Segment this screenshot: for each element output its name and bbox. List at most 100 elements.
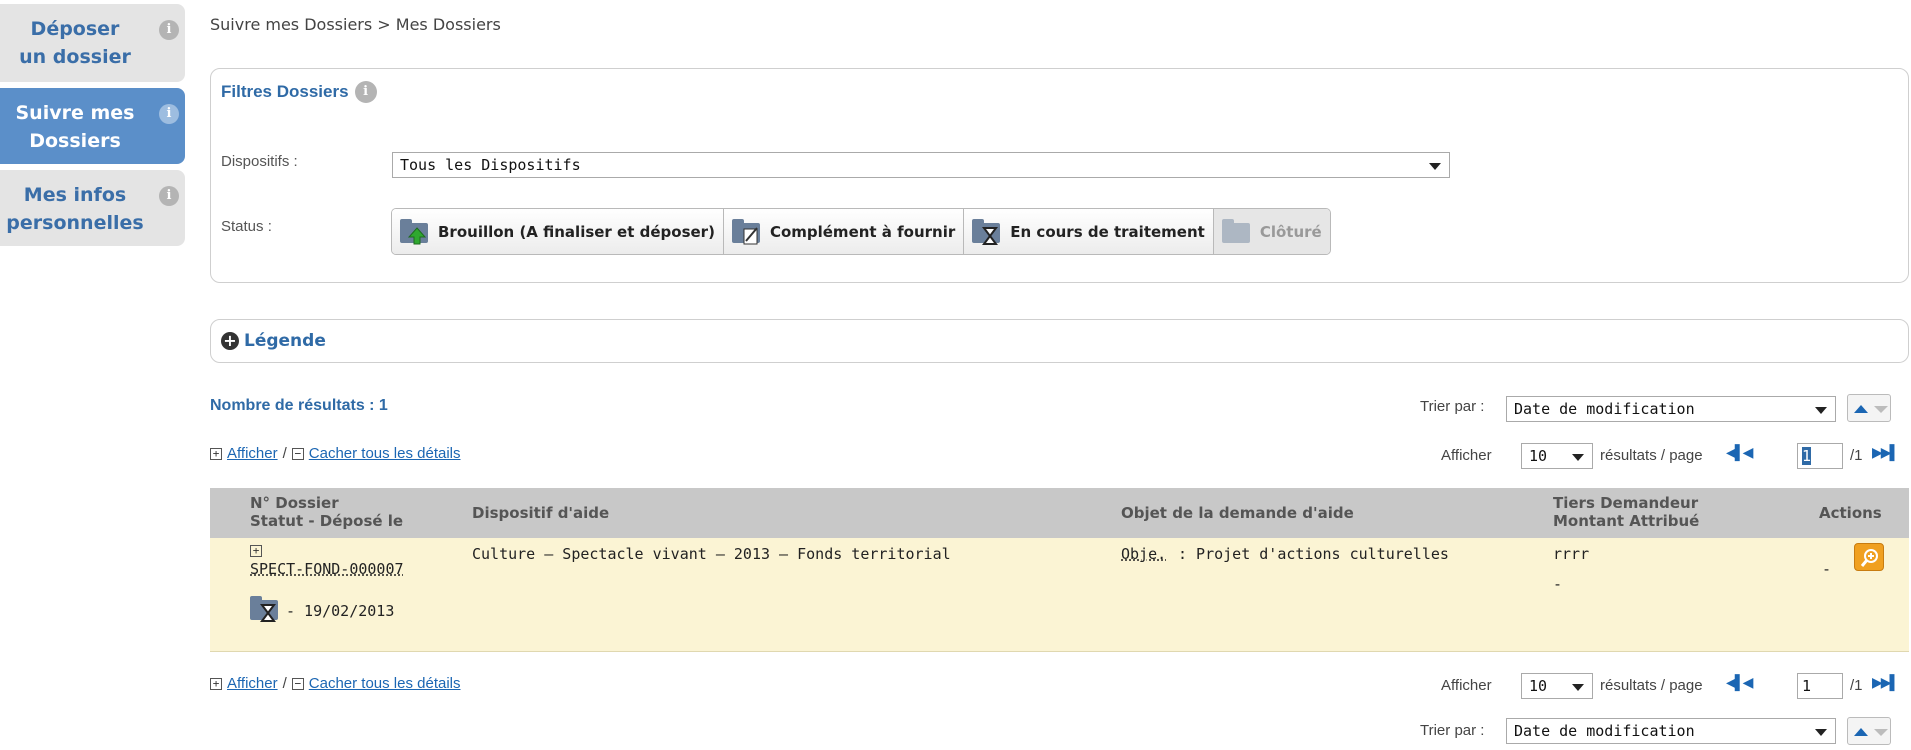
status-encours-button[interactable]: En cours de traitement bbox=[964, 209, 1214, 254]
status-cloture-button[interactable]: Clôturé bbox=[1213, 209, 1330, 254]
chevron-down-icon bbox=[1572, 684, 1584, 691]
sort-label: Trier par : bbox=[1420, 398, 1485, 415]
sort-select-value: Date de modification bbox=[1514, 400, 1695, 418]
dispositif-cell: Culture – Spectacle vivant – 2013 – Fond… bbox=[472, 545, 951, 563]
hide-all-link[interactable]: Cacher tous les détails bbox=[309, 675, 461, 692]
chevron-down-icon bbox=[1815, 729, 1827, 736]
legend-label: Légende bbox=[244, 331, 326, 351]
details-toggle-top: + Afficher / − Cacher tous les détails bbox=[210, 445, 461, 462]
sidebar-item-label: Dossiers bbox=[29, 130, 121, 152]
breadcrumb: Suivre mes Dossiers > Mes Dossiers bbox=[210, 15, 501, 34]
objet-abbr[interactable]: Obje. bbox=[1121, 545, 1166, 563]
per-page-value: 10 bbox=[1529, 447, 1548, 465]
sidebar-item-label: personnelles bbox=[6, 212, 144, 234]
expand-icon: + bbox=[210, 677, 222, 690]
per-page-select[interactable]: 10 bbox=[1521, 673, 1593, 699]
info-icon[interactable]: i bbox=[159, 20, 179, 40]
collapse-icon: − bbox=[291, 447, 304, 460]
legend-panel[interactable]: + Légende bbox=[210, 319, 1909, 363]
page-input[interactable]: 1 bbox=[1797, 443, 1843, 469]
expand-row-icon[interactable]: + bbox=[250, 545, 262, 557]
view-details-button[interactable] bbox=[1854, 543, 1884, 571]
sidebar-item-infos[interactable]: Mes infos personnelles i bbox=[0, 170, 185, 246]
collapse-icon: − bbox=[291, 677, 304, 690]
header-dispositif: Dispositif d'aide bbox=[472, 504, 610, 522]
info-icon[interactable]: i bbox=[354, 81, 377, 103]
status-brouillon-button[interactable]: Brouillon (A finaliser et déposer) bbox=[392, 209, 724, 254]
per-page-value: 10 bbox=[1529, 677, 1548, 695]
status-button-label: Brouillon (A finaliser et déposer) bbox=[438, 222, 715, 241]
dossier-number[interactable]: SPECT-FOND-000007 bbox=[250, 560, 404, 578]
details-toggle-bottom: + Afficher / − Cacher tous les détails bbox=[210, 675, 461, 692]
plus-circle-icon[interactable]: + bbox=[221, 332, 239, 350]
actions-dash: - bbox=[1822, 560, 1832, 578]
header-tiers: Tiers Demandeur bbox=[1553, 494, 1699, 512]
next-last-page-icon[interactable]: ▶▶▌ bbox=[1872, 444, 1899, 461]
sidebar-item-label: Déposer bbox=[30, 18, 120, 40]
filters-title: Filtres Dossiers bbox=[221, 82, 349, 101]
sort-direction-toggle[interactable] bbox=[1847, 394, 1891, 422]
per-page-suffix: résultats / page bbox=[1600, 677, 1703, 694]
status-label: Status : bbox=[221, 218, 272, 235]
separator: / bbox=[282, 445, 287, 462]
per-page-label: Afficher bbox=[1441, 447, 1492, 464]
deposit-date: - 19/02/2013 bbox=[286, 602, 395, 620]
sidebar-item-label: un dossier bbox=[19, 46, 131, 68]
table-row: + SPECT-FOND-000007 - 19/02/2013 Culture… bbox=[210, 538, 1909, 652]
page-input-value: 1 bbox=[1802, 447, 1812, 465]
sort-select[interactable]: Date de modification bbox=[1506, 718, 1836, 744]
results-count: Nombre de résultats : 1 bbox=[210, 397, 388, 414]
folder-closed-icon bbox=[1221, 218, 1252, 245]
header-actions: Actions bbox=[1819, 504, 1882, 522]
sidebar-item-suivre[interactable]: Suivre mes Dossiers i bbox=[0, 88, 185, 164]
header-dossier: N° Dossier bbox=[250, 494, 339, 512]
first-page-icon[interactable]: ◀▌◀ bbox=[1726, 674, 1753, 691]
sort-select-value: Date de modification bbox=[1514, 722, 1695, 740]
per-page-select[interactable]: 10 bbox=[1521, 443, 1593, 469]
dispositifs-select[interactable]: Tous les Dispositifs bbox=[392, 152, 1450, 178]
next-last-page-icon[interactable]: ▶▶▌ bbox=[1872, 674, 1899, 691]
status-filter-group: Brouillon (A finaliser et déposer) Compl… bbox=[391, 208, 1331, 255]
info-icon[interactable]: i bbox=[159, 186, 179, 206]
folder-hourglass-icon bbox=[250, 596, 280, 622]
objet-cell: : Projet d'actions culturelles bbox=[1178, 545, 1449, 563]
sort-arrows-icon bbox=[1854, 405, 1888, 413]
status-button-label: Complément à fournir bbox=[769, 222, 956, 241]
chevron-down-icon bbox=[1429, 163, 1441, 170]
show-all-link[interactable]: Afficher bbox=[227, 445, 278, 462]
hide-all-link[interactable]: Cacher tous les détails bbox=[309, 445, 461, 462]
folder-upload-icon bbox=[400, 218, 430, 245]
montant-cell: - bbox=[1553, 575, 1563, 593]
dispositifs-select-value: Tous les Dispositifs bbox=[400, 156, 581, 174]
status-button-label: Clôturé bbox=[1259, 222, 1322, 241]
folder-hourglass-icon bbox=[972, 218, 1002, 245]
magnify-plus-icon bbox=[1860, 549, 1878, 567]
show-all-link[interactable]: Afficher bbox=[227, 675, 278, 692]
per-page-suffix: résultats / page bbox=[1600, 447, 1703, 464]
separator: / bbox=[282, 675, 287, 692]
status-complement-button[interactable]: Complément à fournir bbox=[723, 209, 965, 254]
info-icon[interactable]: i bbox=[159, 104, 179, 124]
sort-select[interactable]: Date de modification bbox=[1506, 396, 1836, 422]
table-header: N° Dossier Statut - Déposé le Dispositif… bbox=[210, 488, 1909, 538]
results-table: N° Dossier Statut - Déposé le Dispositif… bbox=[210, 488, 1909, 652]
page-input[interactable]: 1 bbox=[1797, 673, 1843, 699]
sort-label: Trier par : bbox=[1420, 722, 1485, 739]
sort-direction-toggle[interactable] bbox=[1847, 717, 1891, 745]
page-input-value: 1 bbox=[1802, 677, 1812, 695]
sidebar-item-label: Suivre mes bbox=[15, 102, 135, 124]
dispositifs-label: Dispositifs : bbox=[221, 153, 298, 170]
page-total: /1 bbox=[1850, 677, 1863, 694]
expand-icon: + bbox=[210, 447, 222, 460]
header-montant: Montant Attribué bbox=[1553, 512, 1700, 530]
chevron-down-icon bbox=[1572, 454, 1584, 461]
header-objet: Objet de la demande d'aide bbox=[1121, 504, 1354, 522]
chevron-down-icon bbox=[1815, 407, 1827, 414]
sidebar-item-label: Mes infos bbox=[23, 184, 127, 206]
first-page-icon[interactable]: ◀▌◀ bbox=[1726, 444, 1753, 461]
per-page-label: Afficher bbox=[1441, 677, 1492, 694]
folder-edit-icon bbox=[731, 218, 762, 245]
sidebar-item-deposer[interactable]: Déposer un dossier i bbox=[0, 4, 185, 82]
status-button-label: En cours de traitement bbox=[1010, 222, 1205, 241]
page-total: /1 bbox=[1850, 447, 1863, 464]
